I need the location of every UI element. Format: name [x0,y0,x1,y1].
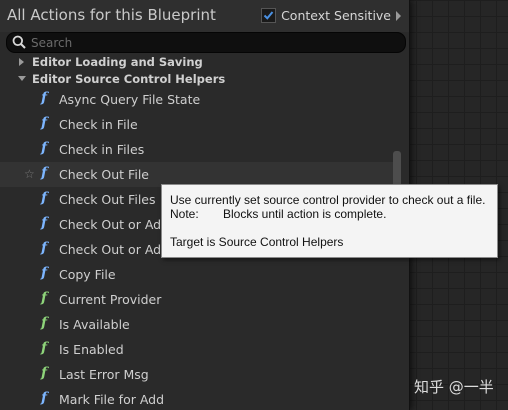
favorite-star-icon[interactable]: ☆ [24,167,35,181]
action-item-last-error-msg[interactable]: f Last Error Msg [0,362,396,387]
function-icon: f [41,140,48,156]
action-item-label: Async Query File State [59,92,201,107]
search-input[interactable] [31,33,391,52]
function-icon: f [41,215,48,231]
action-item-label: Check Out Files [59,192,156,207]
action-item-label: Is Enabled [59,342,124,357]
action-item-current-provider[interactable]: f Current Provider [0,287,396,312]
function-icon: f [41,115,48,131]
panel-title: All Actions for this Blueprint [7,6,216,24]
context-sensitive-checkbox[interactable] [261,8,277,23]
function-icon: f [41,390,48,406]
category-label: Editor Loading and Saving [32,55,203,69]
context-sensitive-toggle[interactable]: Context Sensitive [261,8,401,23]
action-item-label: Check in Files [59,142,145,157]
action-item-copy-file[interactable]: f Copy File [0,262,396,287]
action-item-label: Current Provider [59,292,162,307]
expand-arrow-icon[interactable] [18,58,25,66]
action-item-label: Check Out or Add [59,217,170,232]
action-item-is-enabled[interactable]: f Is Enabled [0,337,396,362]
pure-function-icon: f [41,290,48,306]
tooltip-note-value: Blocks until action is complete. [223,207,387,221]
action-item-label: Mark File for Add [59,392,165,407]
action-tooltip: Use currently set source control provide… [161,184,498,258]
checkmark-icon [263,11,274,20]
action-item-label: Check Out or Add [59,242,170,257]
search-box[interactable] [6,32,406,53]
function-icon: f [41,240,48,256]
function-icon: f [41,90,48,106]
tooltip-note-label: Note: [170,207,199,221]
action-item-check-in-file[interactable]: f Check in File [0,112,396,137]
action-item-label: Last Error Msg [59,367,149,382]
action-item-label: Check Out File [59,167,149,182]
action-item-is-available[interactable]: f Is Available [0,312,396,337]
search-icon [12,35,26,49]
pure-function-icon: f [41,365,48,381]
action-item-label: Copy File [59,267,116,282]
action-item-label: Check in File [59,117,138,132]
function-icon: f [41,165,48,181]
function-icon: f [41,190,48,206]
action-item-label: Is Available [59,317,130,332]
panel-header: All Actions for this Blueprint Context S… [0,0,409,32]
pure-function-icon: f [41,340,48,356]
action-item-async-query-file-state[interactable]: f Async Query File State [0,87,396,112]
watermark: 知乎 @一半 [414,378,494,396]
tooltip-description: Use currently set source control provide… [170,193,486,207]
collapse-arrow-icon[interactable] [18,75,26,82]
tooltip-target: Target is Source Control Helpers [170,235,344,249]
pure-function-icon: f [41,315,48,331]
category-label: Editor Source Control Helpers [32,72,226,86]
context-sensitive-label: Context Sensitive [281,8,391,23]
function-icon: f [41,265,48,281]
action-item-check-in-files[interactable]: f Check in Files [0,137,396,162]
action-item-mark-file-for-add[interactable]: f Mark File for Add [0,387,396,410]
chevron-right-icon[interactable] [396,10,401,21]
